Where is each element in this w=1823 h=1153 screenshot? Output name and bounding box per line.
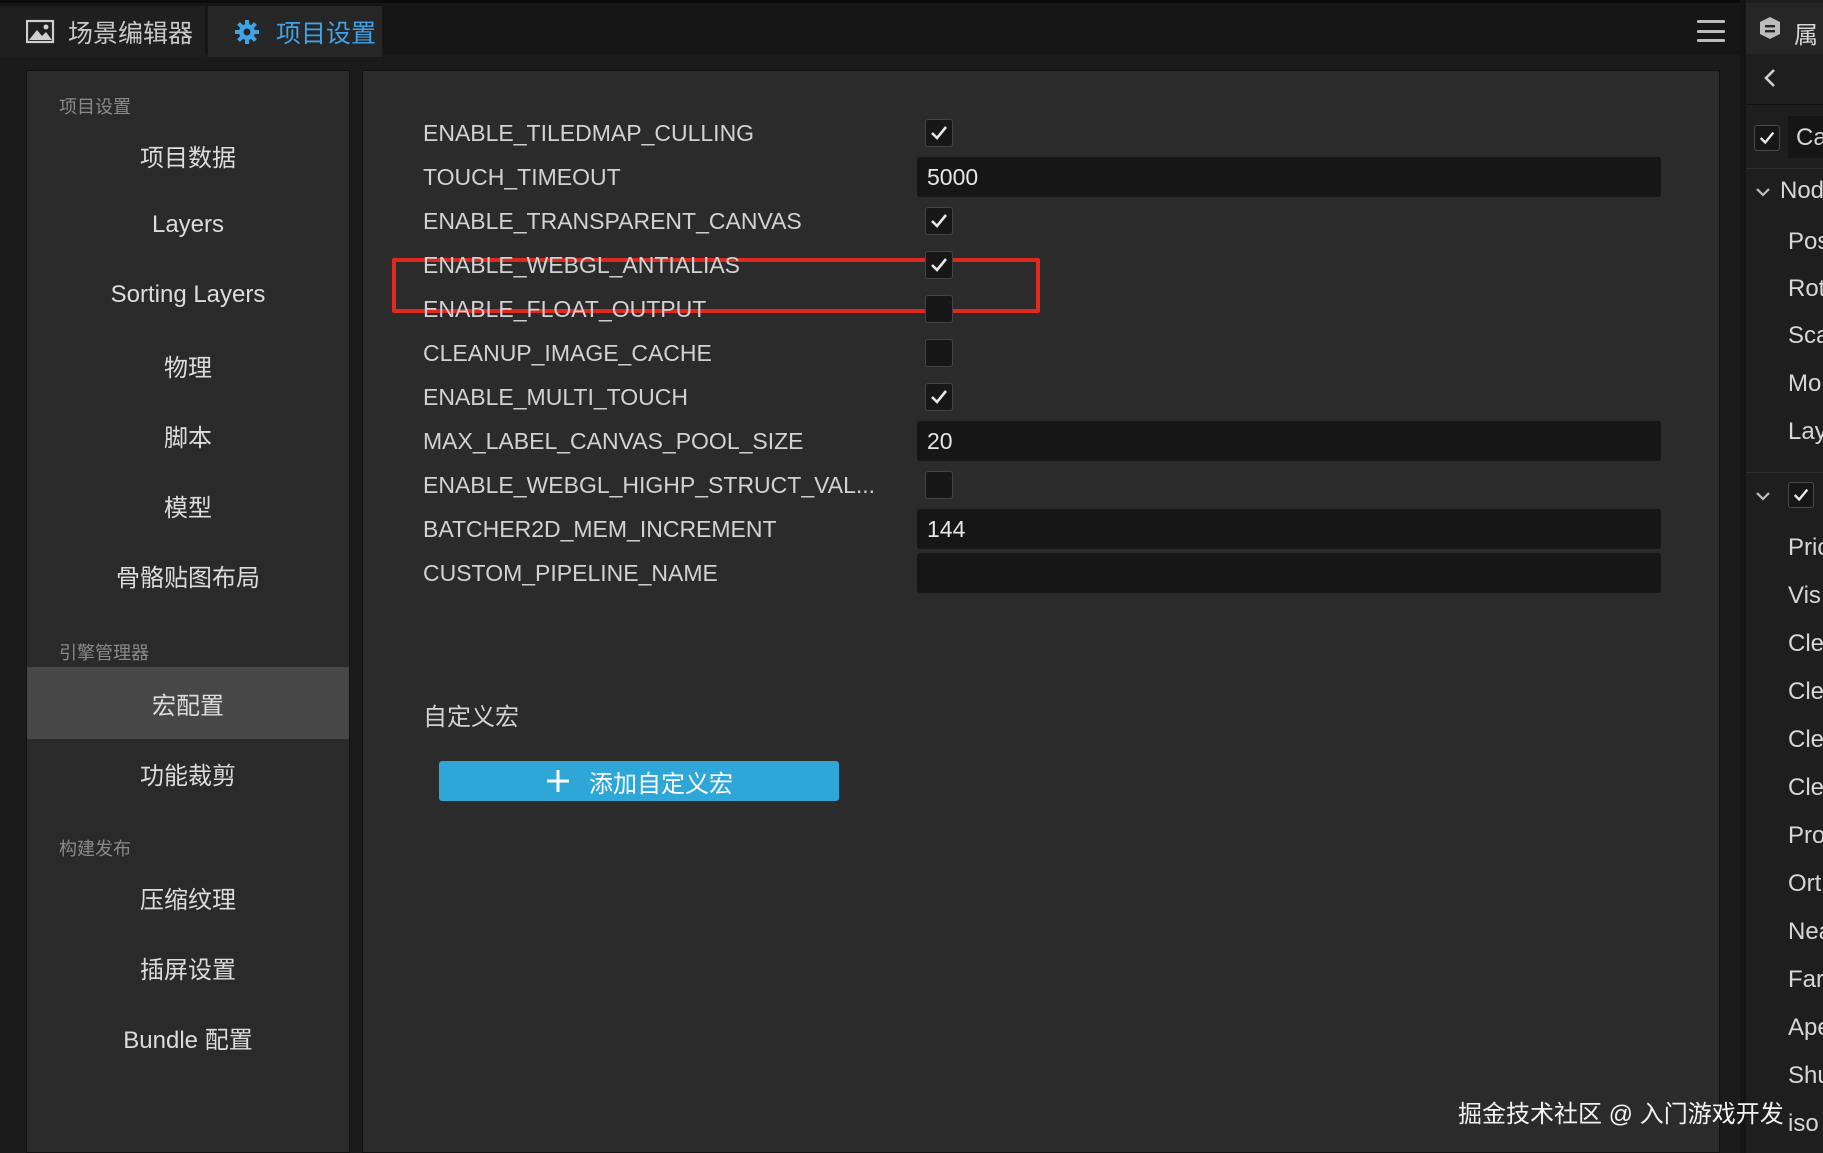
divider: [1746, 472, 1823, 473]
sidebar-item-feature-cropping[interactable]: 功能裁剪: [27, 737, 349, 809]
back-chevron-icon[interactable]: [1762, 68, 1778, 93]
sidebar-item-bundle-config[interactable]: Bundle 配置: [27, 1001, 349, 1073]
setting-label: ENABLE_WEBGL_HIGHP_STRUCT_VAL...: [423, 471, 876, 498]
sidebar-item-project-data[interactable]: 项目数据: [27, 119, 349, 191]
property-label: Vis: [1788, 582, 1821, 609]
custom-macro-title: 自定义宏: [423, 704, 519, 731]
property-label: Cle: [1788, 726, 1823, 753]
setting-checkbox[interactable]: [925, 383, 953, 411]
sidebar-section-title: 构建发布: [59, 839, 131, 859]
inspector-icon: [1758, 16, 1782, 45]
component-enable-checkbox[interactable]: [1788, 482, 1814, 508]
property-label: Cle: [1788, 678, 1823, 705]
inspector-panel: 属 Ca Nod Pos Rot Sca Mo Lay Pric Vis Cle…: [1740, 0, 1823, 1153]
setting-checkbox[interactable]: [925, 207, 953, 235]
property-label: Shu: [1788, 1062, 1823, 1089]
add-custom-macro-label: 添加自定义宏: [589, 770, 733, 798]
divider: [1746, 104, 1823, 105]
sidebar-item-texture-compression[interactable]: 压缩纹理: [27, 861, 349, 933]
property-label: Pro: [1788, 822, 1823, 849]
setting-checkbox[interactable]: [925, 295, 953, 323]
section-node-label: Nod: [1780, 177, 1823, 204]
tab-label: 项目设置: [276, 19, 377, 48]
setting-label: CUSTOM_PIPELINE_NAME: [423, 559, 718, 586]
setting-label: MAX_LABEL_CANVAS_POOL_SIZE: [423, 427, 804, 454]
sidebar-item-splash-settings[interactable]: 插屏设置: [27, 931, 349, 1003]
sidebar-section-title: 引擎管理器: [59, 643, 149, 663]
app-window: 场景编辑器 项目设置 项目设置 项目数据 Layers Sorting Laye…: [0, 0, 1823, 1153]
tab-scene-editor[interactable]: 场景编辑器: [0, 6, 205, 57]
property-label: Ort: [1788, 870, 1822, 897]
setting-text-input[interactable]: [917, 553, 1661, 593]
macro-config-panel: ENABLE_TILEDMAP_CULLING TOUCH_TIMEOUT 50…: [362, 70, 1720, 1153]
divider: [1746, 168, 1823, 169]
check-icon: [931, 390, 948, 404]
setting-label: BATCHER2D_MEM_INCREMENT: [423, 515, 777, 542]
property-label: Pric: [1788, 534, 1823, 561]
component-name: Ca: [1796, 124, 1823, 151]
setting-checkbox[interactable]: [925, 251, 953, 279]
watermark-text: 掘金技术社区 @ 入门游戏开发: [1458, 1101, 1784, 1128]
menu-icon[interactable]: [1695, 17, 1727, 45]
setting-label: TOUCH_TIMEOUT: [423, 163, 621, 190]
check-icon: [931, 258, 948, 272]
inspector-tab[interactable]: 属: [1746, 3, 1823, 54]
settings-sidebar: 项目设置 项目数据 Layers Sorting Layers 物理 脚本 模型…: [26, 70, 350, 1153]
setting-checkbox[interactable]: [925, 119, 953, 147]
setting-text-input[interactable]: 20: [917, 421, 1661, 461]
check-icon: [1759, 131, 1775, 145]
check-icon: [931, 126, 948, 140]
check-icon: [931, 214, 948, 228]
setting-checkbox[interactable]: [925, 339, 953, 367]
sidebar-item-macro-config[interactable]: 宏配置: [27, 667, 349, 739]
property-label: Cle: [1788, 774, 1823, 801]
property-label: Lay: [1788, 418, 1823, 445]
plus-icon: [547, 770, 569, 792]
property-label: Cle: [1788, 630, 1823, 657]
setting-label: ENABLE_MULTI_TOUCH: [423, 383, 688, 410]
setting-checkbox[interactable]: [925, 471, 953, 499]
sidebar-item-scripts[interactable]: 脚本: [27, 399, 349, 471]
sidebar-item-layers[interactable]: Layers: [27, 189, 349, 261]
property-label: Far: [1788, 966, 1823, 993]
tab-bar: 场景编辑器 项目设置: [0, 0, 1740, 57]
property-label: Rot: [1788, 275, 1823, 302]
add-custom-macro-button[interactable]: 添加自定义宏: [439, 761, 839, 801]
sidebar-item-model[interactable]: 模型: [27, 469, 349, 541]
sidebar-item-physics[interactable]: 物理: [27, 329, 349, 401]
setting-label: ENABLE_FLOAT_OUTPUT: [423, 295, 707, 322]
tab-project-settings[interactable]: 项目设置: [208, 6, 382, 57]
setting-label: ENABLE_TRANSPARENT_CANVAS: [423, 207, 802, 234]
tab-label: 场景编辑器: [68, 19, 194, 48]
setting-text-input[interactable]: 5000: [917, 157, 1661, 197]
gear-icon: [234, 19, 264, 45]
property-label: Nea: [1788, 918, 1823, 945]
setting-label: ENABLE_WEBGL_ANTIALIAS: [423, 251, 741, 278]
property-label: iso: [1788, 1110, 1819, 1137]
chevron-down-icon[interactable]: [1754, 487, 1772, 505]
component-enable-checkbox[interactable]: [1754, 125, 1780, 151]
sidebar-item-skeleton-atlas[interactable]: 骨骼贴图布局: [27, 539, 349, 611]
setting-label: CLEANUP_IMAGE_CACHE: [423, 339, 712, 366]
check-icon: [1793, 488, 1809, 502]
property-label: Ape: [1788, 1014, 1823, 1041]
sidebar-item-sorting-layers[interactable]: Sorting Layers: [27, 259, 349, 331]
setting-text-input[interactable]: 144: [917, 509, 1661, 549]
chevron-down-icon[interactable]: [1754, 183, 1772, 201]
property-label: Pos: [1788, 228, 1823, 255]
image-icon: [25, 19, 56, 45]
setting-label: ENABLE_TILEDMAP_CULLING: [423, 119, 755, 146]
property-label: Mo: [1788, 370, 1822, 397]
sidebar-section-title: 项目设置: [59, 97, 131, 117]
component-name-field[interactable]: Ca: [1788, 116, 1823, 158]
property-label: Sca: [1788, 322, 1823, 349]
inspector-tab-label: 属: [1794, 22, 1818, 49]
